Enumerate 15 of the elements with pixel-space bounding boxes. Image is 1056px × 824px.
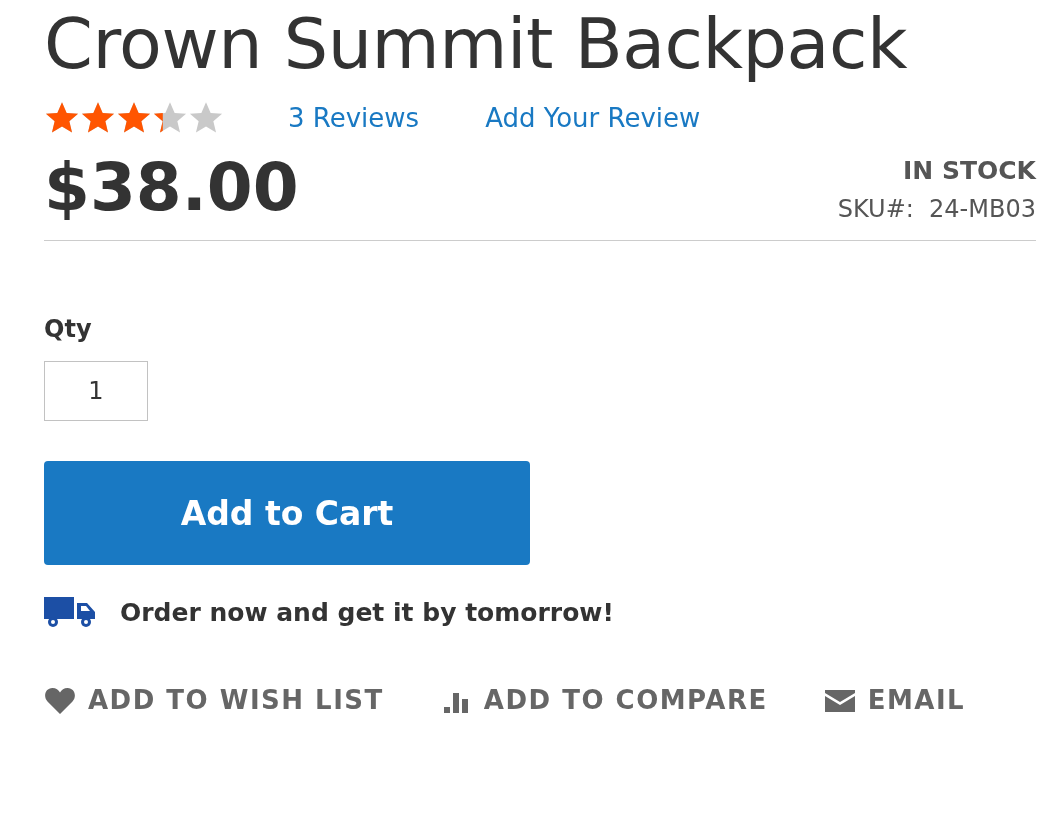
qty-field[interactable]: 1 <box>44 361 148 421</box>
sku: SKU#: 24-MB03 <box>837 195 1036 223</box>
price: $38.00 <box>44 148 299 228</box>
heart-icon <box>44 685 76 715</box>
stock-status: IN STOCK <box>902 156 1036 185</box>
qty-label: Qty <box>44 315 93 343</box>
add-review-link[interactable]: Add Your Review <box>485 103 701 133</box>
compare-link[interactable]: ADD TO COMPARE <box>439 685 768 715</box>
delivery-note: Order now and get it by tomorrow! <box>120 597 614 627</box>
truck-icon <box>44 595 96 629</box>
add-to-cart-button[interactable]: Add to Cart <box>44 461 530 565</box>
reviews-link[interactable]: 3 Reviews <box>288 103 420 133</box>
email-link[interactable]: EMAIL <box>823 685 966 715</box>
wish-list-link[interactable]: ADD TO WISH LIST <box>44 685 384 715</box>
product-title: Crown Summit Backpack <box>44 2 908 86</box>
